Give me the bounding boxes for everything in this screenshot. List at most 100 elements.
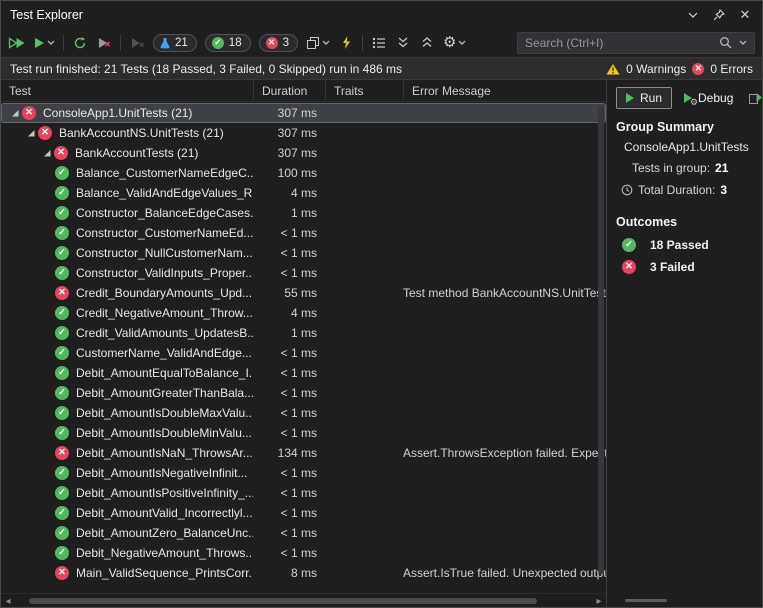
test-row[interactable]: ✓ Debit_NegativeAmount_Throws... < 1 ms (1, 543, 606, 563)
close-icon[interactable]: ✕ (734, 5, 756, 25)
test-name: BankAccountTests (21) (75, 146, 199, 160)
open-details-in-window-button[interactable] (745, 87, 762, 109)
test-traits (325, 103, 403, 123)
scroll-right-arrow-icon[interactable]: ▸ (592, 594, 606, 607)
test-row[interactable]: ✓ Debit_AmountIsDoubleMaxValu... < 1 ms (1, 403, 606, 423)
repeat-last-run-icon[interactable] (72, 33, 88, 53)
test-error-message (403, 183, 606, 203)
test-traits (325, 283, 403, 303)
detail-pane-scrollbar-thumb[interactable] (625, 599, 667, 602)
test-duration: < 1 ms (280, 526, 317, 540)
settings-gear-icon[interactable]: ⚙ (443, 33, 466, 53)
pin-icon[interactable] (708, 5, 730, 25)
warning-icon[interactable] (606, 63, 620, 75)
test-row[interactable]: ✓ Debit_AmountIsDoubleMinValu... < 1 ms (1, 423, 606, 443)
titlebar-icons: ✕ (682, 5, 756, 25)
window-position-chevron-icon[interactable] (682, 5, 704, 25)
total-tests-badge[interactable]: 21 (153, 33, 197, 52)
test-traits (325, 243, 403, 263)
test-row[interactable]: ✕ Main_ValidSequence_PrintsCorr... 8 ms Ass… (1, 563, 606, 583)
test-row[interactable]: ✕ Debit_AmountIsNaN_ThrowsAr... 134 ms Asse… (1, 443, 606, 463)
test-row[interactable]: ✕ BankAccountNS.UnitTests (21) 307 ms (1, 123, 606, 143)
test-traits (325, 303, 403, 323)
search-icon[interactable] (719, 36, 732, 49)
test-duration: 1 ms (290, 206, 317, 220)
test-row[interactable]: ✓ Debit_AmountValid_Incorrectlyl... < 1 ms (1, 503, 606, 523)
column-header-test[interactable]: Test (1, 80, 253, 101)
test-error-message (403, 343, 606, 363)
open-details-icon (749, 93, 762, 104)
passed-icon: ✓ (55, 486, 69, 500)
run-all-tests-icon[interactable] (8, 33, 25, 53)
test-row[interactable]: ✓ Credit_NegativeAmount_Throw... 4 ms (1, 303, 606, 323)
test-row[interactable]: ✓ Debit_AmountIsNegativeInfinit... < 1 ms (1, 463, 606, 483)
failed-icon: ✕ (622, 260, 636, 274)
run-icon[interactable] (33, 33, 55, 53)
cancel-test-run-icon[interactable] (96, 33, 112, 53)
passed-icon: ✓ (55, 346, 69, 360)
horizontal-scrollbar-thumb[interactable] (29, 598, 537, 604)
test-traits (325, 443, 403, 463)
test-name: Debit_AmountIsDoubleMinValu... (76, 426, 252, 440)
vertical-scrollbar[interactable] (596, 103, 605, 592)
search-box[interactable] (517, 31, 755, 54)
run-tests-after-build-icon[interactable] (338, 33, 354, 53)
collapse-all-icon[interactable] (419, 33, 435, 53)
passed-tests-badge[interactable]: ✓ 18 (204, 33, 251, 52)
column-header-error-message[interactable]: Error Message (403, 80, 606, 101)
failed-tests-badge[interactable]: ✕ 3 (258, 33, 298, 52)
test-row[interactable]: ✓ Debit_AmountEqualToBalance_I... < 1 ms (1, 363, 606, 383)
debug-button[interactable]: ⚙ Debug (681, 87, 736, 109)
test-row[interactable]: ✕ ConsoleApp1.UnitTests (21) 307 ms (1, 103, 606, 123)
run-failed-tests-icon[interactable] (129, 33, 145, 53)
test-list-pane: Test Duration Traits Error Message ✕ Cons… (1, 80, 606, 607)
test-row[interactable]: ✓ Debit_AmountZero_BalanceUnc... < 1 ms (1, 523, 606, 543)
outcome-passed[interactable]: ✓ 18 Passed (622, 238, 754, 252)
group-by-icon[interactable] (371, 33, 387, 53)
test-row[interactable]: ✓ Constructor_NullCustomerNam... < 1 ms (1, 243, 606, 263)
horizontal-scrollbar[interactable]: ◂ ▸ (1, 593, 606, 607)
test-row[interactable]: ✓ Balance_CustomerNameEdgeC... 100 ms (1, 163, 606, 183)
test-row[interactable]: ✓ CustomerName_ValidAndEdge... < 1 ms (1, 343, 606, 363)
test-traits (325, 343, 403, 363)
expander-icon[interactable] (23, 128, 38, 138)
run-button[interactable]: Run (616, 87, 673, 109)
expand-all-icon[interactable] (395, 33, 411, 53)
test-row[interactable]: ✓ Constructor_ValidInputs_Proper... < 1 ms (1, 263, 606, 283)
vertical-scrollbar-thumb[interactable] (598, 105, 604, 575)
errors-icon[interactable]: ✕ (692, 62, 705, 75)
column-header-duration[interactable]: Duration (253, 80, 325, 101)
toolbar-separator (120, 34, 121, 51)
test-rows: ✕ ConsoleApp1.UnitTests (21) 307 ms ✕ BankAc… (1, 102, 606, 593)
test-row[interactable]: ✓ Balance_ValidAndEdgeValues_R... 4 ms (1, 183, 606, 203)
expander-icon[interactable] (7, 108, 22, 118)
test-duration: < 1 ms (280, 546, 317, 560)
passed-icon: ✓ (55, 166, 69, 180)
window-title: Test Explorer (10, 7, 83, 22)
passed-icon: ✓ (55, 206, 69, 220)
test-traits (325, 223, 403, 243)
scroll-left-arrow-icon[interactable]: ◂ (1, 594, 15, 607)
test-duration: 4 ms (290, 306, 317, 320)
test-traits (325, 363, 403, 383)
toolbar-separator (63, 34, 64, 51)
search-options-chevron-icon[interactable] (739, 40, 747, 45)
test-row[interactable]: ✓ Credit_ValidAmounts_UpdatesB... 1 ms (1, 323, 606, 343)
column-header-traits[interactable]: Traits (325, 80, 403, 101)
test-row[interactable]: ✕ Credit_BoundaryAmounts_Upd... 55 ms Test … (1, 283, 606, 303)
test-duration: 55 ms (284, 286, 317, 300)
warnings-count[interactable]: 0 Warnings (626, 62, 686, 76)
test-duration: 307 ms (277, 126, 317, 140)
test-row[interactable]: ✕ BankAccountTests (21) 307 ms (1, 143, 606, 163)
test-duration: < 1 ms (280, 266, 317, 280)
errors-count[interactable]: 0 Errors (710, 62, 753, 76)
passed-icon: ✓ (55, 426, 69, 440)
search-input[interactable] (525, 35, 712, 50)
test-row[interactable]: ✓ Debit_AmountIsPositiveInfinity_... < 1 m… (1, 483, 606, 503)
test-row[interactable]: ✓ Constructor_BalanceEdgeCases... 1 ms (1, 203, 606, 223)
test-row[interactable]: ✓ Debit_AmountGreaterThanBala... < 1 ms (1, 383, 606, 403)
hierarchy-view-icon[interactable] (306, 33, 330, 53)
test-row[interactable]: ✓ Constructor_CustomerNameEd... < 1 ms (1, 223, 606, 243)
expander-icon[interactable] (39, 148, 54, 158)
outcome-failed[interactable]: ✕ 3 Failed (622, 260, 754, 274)
